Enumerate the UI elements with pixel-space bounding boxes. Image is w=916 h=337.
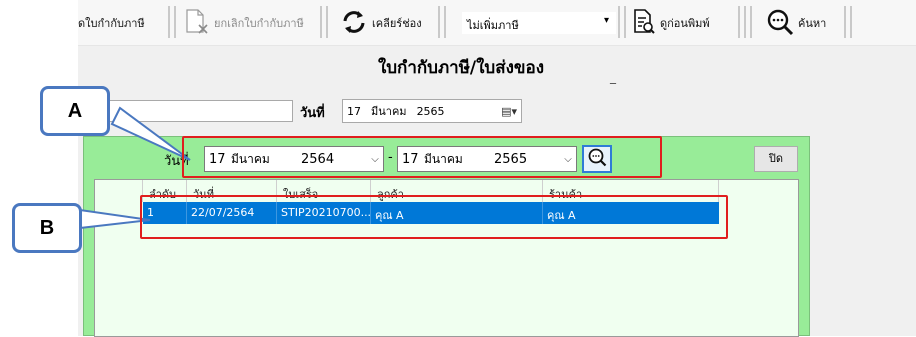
callout-a: A [40,86,110,136]
callout-b: B [12,203,82,253]
highlight-box-b [140,195,728,239]
highlight-box-a [182,136,662,178]
